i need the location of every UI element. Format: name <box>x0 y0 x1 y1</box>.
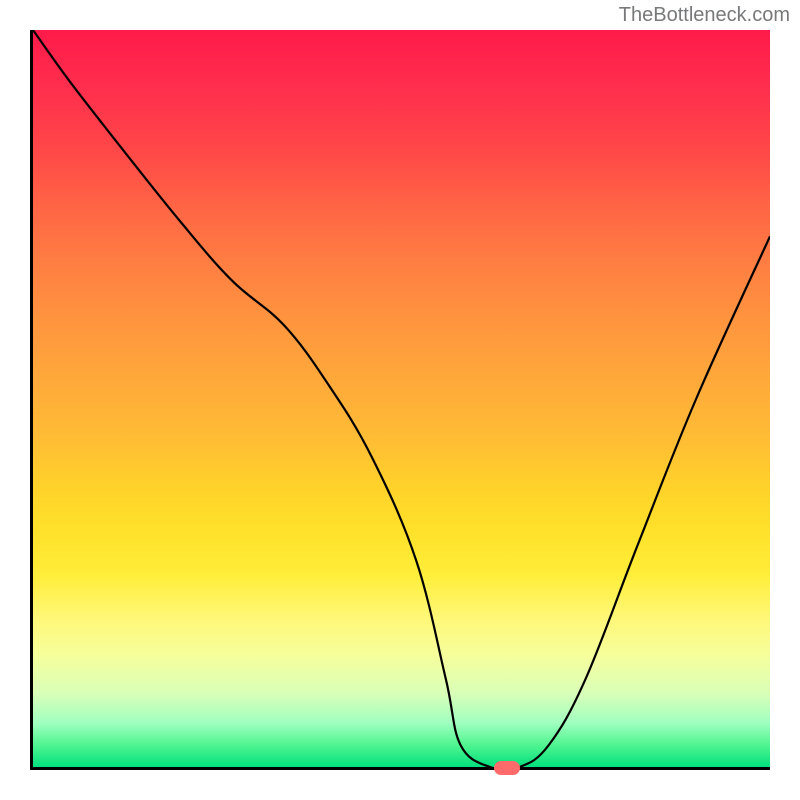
chart-area <box>30 30 770 770</box>
bottleneck-curve <box>33 30 770 767</box>
watermark-text: TheBottleneck.com <box>619 4 790 27</box>
minimum-marker <box>494 761 520 775</box>
curve-layer <box>33 30 770 767</box>
